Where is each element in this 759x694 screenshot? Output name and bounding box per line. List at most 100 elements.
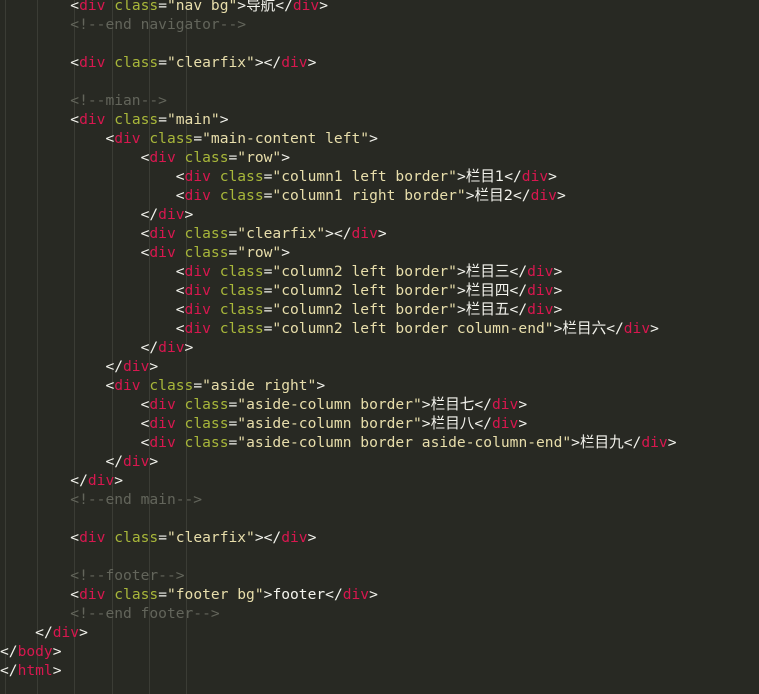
code-line[interactable]: </div> bbox=[0, 452, 759, 471]
token-str: "aside-column border" bbox=[237, 396, 422, 413]
token-pun: </ bbox=[474, 396, 492, 413]
token-pun: > bbox=[571, 434, 580, 451]
token-pun: > bbox=[518, 396, 528, 413]
code-line-blank[interactable] bbox=[0, 34, 759, 53]
token-pun: = bbox=[228, 149, 238, 166]
code-line[interactable]: <div class="column2 left border">栏目四</di… bbox=[0, 281, 759, 300]
token-attr: class bbox=[219, 282, 264, 299]
token-str: "row" bbox=[237, 244, 282, 261]
code-line[interactable]: <div class="row"> bbox=[0, 148, 759, 167]
code-line-blank[interactable] bbox=[0, 547, 759, 566]
token-pun: > bbox=[456, 282, 466, 299]
token-tag: div bbox=[623, 320, 651, 337]
code-line[interactable]: </div> bbox=[0, 623, 759, 642]
code-line[interactable]: <div class="nav bg">导航</div> bbox=[0, 0, 759, 15]
token-pun: > bbox=[184, 339, 194, 356]
code-line[interactable]: <!--footer--> bbox=[0, 566, 759, 585]
token-pun: > bbox=[237, 0, 247, 14]
token-pun bbox=[176, 396, 185, 413]
code-line[interactable]: <div class="clearfix"></div> bbox=[0, 528, 759, 547]
token-pun bbox=[105, 586, 114, 603]
code-line[interactable]: <!--mian--> bbox=[0, 91, 759, 110]
token-pun: </ bbox=[504, 168, 522, 185]
code-line[interactable]: <div class="main-content left"> bbox=[0, 129, 759, 148]
code-line[interactable]: <div class="clearfix"></div> bbox=[0, 224, 759, 243]
token-attr: class bbox=[184, 415, 229, 432]
token-cjk: 栏目2 bbox=[474, 187, 513, 204]
token-pun: < bbox=[175, 187, 185, 204]
code-line[interactable]: <div class="aside-column border">栏目七</di… bbox=[0, 395, 759, 414]
code-content[interactable]: <div class="nav bg">导航</div> <!--end nav… bbox=[0, 0, 759, 680]
token-pun: </ bbox=[0, 662, 18, 679]
token-pun bbox=[105, 0, 114, 14]
token-pun bbox=[105, 111, 114, 128]
code-line-blank[interactable] bbox=[0, 509, 759, 528]
code-line[interactable]: </div> bbox=[0, 471, 759, 490]
token-attr: class bbox=[184, 244, 229, 261]
code-line[interactable]: <div class="column2 left border">栏目五</di… bbox=[0, 300, 759, 319]
token-str: "footer bg" bbox=[166, 586, 264, 603]
token-cjk: 栏目九 bbox=[579, 434, 624, 451]
token-attr: class bbox=[184, 225, 229, 242]
code-line[interactable]: <div class="row"> bbox=[0, 243, 759, 262]
code-line[interactable]: <div class="aside right"> bbox=[0, 376, 759, 395]
code-line[interactable]: <div class="main"> bbox=[0, 110, 759, 129]
token-pun: </ bbox=[509, 282, 528, 299]
token-pun: > bbox=[79, 624, 88, 641]
code-line-blank[interactable] bbox=[0, 72, 759, 91]
token-pun: > bbox=[456, 168, 466, 185]
code-line[interactable]: <div class="column1 right border">栏目2</d… bbox=[0, 186, 759, 205]
token-pun: > bbox=[369, 130, 378, 147]
token-tag: div bbox=[149, 149, 176, 166]
code-line[interactable]: <!--end navigator--> bbox=[0, 15, 759, 34]
token-pun: ></ bbox=[254, 529, 282, 546]
code-line[interactable]: </div> bbox=[0, 338, 759, 357]
code-line[interactable]: <!--end main--> bbox=[0, 490, 759, 509]
token-tag: div bbox=[79, 54, 106, 71]
token-pun: = bbox=[228, 244, 238, 261]
token-tag: div bbox=[123, 358, 150, 375]
code-line[interactable]: </html> bbox=[0, 661, 759, 680]
token-pun: </ bbox=[325, 586, 343, 603]
token-cjk: 栏目四 bbox=[465, 282, 510, 299]
code-line[interactable]: <div class="footer bg">footer</div> bbox=[0, 585, 759, 604]
token-pun: </ bbox=[105, 358, 124, 375]
code-line[interactable]: <div class="clearfix"></div> bbox=[0, 53, 759, 72]
token-tag: div bbox=[530, 187, 557, 204]
code-line[interactable]: </div> bbox=[0, 205, 759, 224]
token-tag: html bbox=[17, 662, 53, 679]
token-pun bbox=[211, 282, 220, 299]
code-line[interactable]: <div class="column1 left border">栏目1</di… bbox=[0, 167, 759, 186]
token-pun bbox=[176, 225, 185, 242]
token-tag: div bbox=[79, 529, 106, 546]
token-attr: class bbox=[114, 54, 159, 71]
code-editor-pane[interactable]: <div class="nav bg">导航</div> <!--end nav… bbox=[0, 0, 759, 694]
token-cmt: <!--end navigator--> bbox=[70, 16, 247, 33]
code-line[interactable]: <div class="column2 left border">栏目三</di… bbox=[0, 262, 759, 281]
code-line[interactable]: <div class="column2 left border column-e… bbox=[0, 319, 759, 338]
token-cmt: <!--end main--> bbox=[70, 491, 203, 508]
token-pun: </ bbox=[105, 453, 124, 470]
token-attr: class bbox=[114, 586, 159, 603]
code-line[interactable]: </body> bbox=[0, 642, 759, 661]
token-tag: div bbox=[342, 586, 370, 603]
token-pun: < bbox=[70, 54, 80, 71]
token-tag: div bbox=[491, 396, 519, 413]
code-line[interactable]: <div class="aside-column border">栏目八</di… bbox=[0, 414, 759, 433]
token-tag: div bbox=[114, 377, 141, 394]
token-tag: div bbox=[123, 453, 150, 470]
token-tag: div bbox=[149, 225, 176, 242]
code-line[interactable]: <!--end footer--> bbox=[0, 604, 759, 623]
code-line[interactable]: </div> bbox=[0, 357, 759, 376]
token-str: "main" bbox=[166, 111, 220, 128]
token-pun: > bbox=[307, 54, 317, 71]
code-line[interactable]: <div class="aside-column border aside-co… bbox=[0, 433, 759, 452]
token-pun: > bbox=[114, 472, 124, 489]
